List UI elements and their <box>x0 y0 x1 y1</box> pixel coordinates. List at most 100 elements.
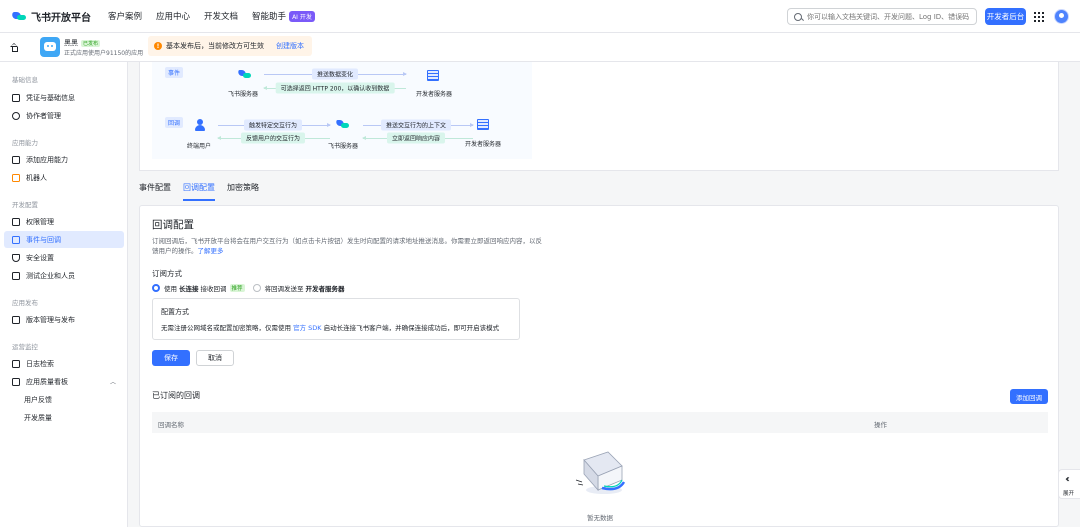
create-version-link[interactable]: 创建版本 <box>276 41 304 51</box>
sidebar-item-add-capability[interactable]: 添加应用能力 <box>4 151 124 168</box>
sidebar-group-release: 应用发布 <box>12 299 38 307</box>
sidebar-item-label: 机器人 <box>26 173 47 182</box>
empty-box-illustration <box>575 451 626 494</box>
id-card-icon <box>12 93 20 102</box>
sidebar-item-bot[interactable]: 机器人 <box>4 169 124 186</box>
sidebar-group-ops: 运营监控 <box>12 343 38 351</box>
sidebar-item-credentials[interactable]: 凭证与基础信息 <box>4 89 124 106</box>
app-name: 黑黑 <box>64 39 78 47</box>
tab-callback-config[interactable]: 回调配置 <box>183 182 215 201</box>
sidebar-item-label: 事件与回调 <box>26 235 61 244</box>
sidebar-item-events-callbacks[interactable]: 事件与回调 <box>4 231 124 248</box>
sidebar-item-label: 协作者管理 <box>26 111 61 120</box>
nav-app-center[interactable]: 应用中心 <box>156 10 190 22</box>
callback-config-card: 回调配置 订阅回调后，飞书开放平台将会在用户交互行为（如点击卡片按钮）发生时向配… <box>139 205 1059 527</box>
sidebar-item-versions[interactable]: 版本管理与发布 <box>4 311 124 328</box>
warning-icon: ! <box>154 42 162 50</box>
subscribe-mode-label: 订阅方式 <box>152 269 182 278</box>
user-avatar[interactable] <box>1054 9 1069 24</box>
sidebar-item-dev-quality[interactable]: 开发质量 <box>4 409 124 426</box>
config-method-text: 无需注册公网域名或配置加密策略，仅需使用 官方 SDK 启动长连接飞书客户端，并… <box>161 322 511 332</box>
cancel-button[interactable]: 取消 <box>196 350 234 366</box>
add-callback-button[interactable]: 添加回调 <box>1010 389 1048 404</box>
sidebar-item-label: 权限管理 <box>26 217 54 226</box>
key-icon <box>12 217 20 226</box>
col-callback-name: 回调名称 <box>158 421 184 429</box>
test-icon <box>12 271 20 280</box>
empty-state-text: 暂无数据 <box>587 514 613 522</box>
sidebar-item-label: 测试企业和人员 <box>26 271 75 280</box>
push-context-label: 推送交互行为的上下文 <box>380 119 452 131</box>
event-icon <box>12 235 20 244</box>
publish-notice: ! 基本发布后，当前修改方可生效 创建版本 <box>148 36 312 56</box>
logo-text: 飞书开放平台 <box>31 12 91 24</box>
tab-event-config[interactable]: 事件配置 <box>139 182 171 198</box>
nav-ai-assistant[interactable]: 智能助手 AI 开发 <box>252 10 315 22</box>
sidebar-item-label: 凭证与基础信息 <box>26 93 75 102</box>
feishu-server-icon <box>335 120 349 129</box>
expand-label: 展开 <box>1063 491 1075 497</box>
tab-encryption[interactable]: 加密策略 <box>227 182 259 198</box>
nav-dev-docs[interactable]: 开发文档 <box>204 10 238 22</box>
callback-lane-tag: 回调 <box>165 117 184 128</box>
sidebar-item-collaborators[interactable]: 协作者管理 <box>4 107 124 124</box>
flow-diagram: 事件 飞书服务器 推送数据变化 可选择返回 HTTP 200，以确认收到数据 开… <box>152 62 532 159</box>
subscribe-mode-options: 使用 长连接 接收回调 推荐 将回调发送至 开发者服务器 <box>152 283 347 293</box>
sidebar-item-permissions[interactable]: 权限管理 <box>4 213 124 230</box>
developer-console-button[interactable]: 开发者后台 <box>985 8 1026 25</box>
callbacks-table-header: 回调名称 操作 <box>152 412 1048 433</box>
sidebar-item-label: 应用质量看板 <box>26 377 68 386</box>
config-tabs: 事件配置 回调配置 加密策略 <box>139 182 271 201</box>
sidebar-item-label: 日志检索 <box>26 359 54 368</box>
end-user-label: 终端用户 <box>187 143 212 150</box>
trigger-label: 触发特定交互行为 <box>243 119 303 131</box>
sidebar-item-test-org[interactable]: 测试企业和人员 <box>4 267 124 284</box>
official-sdk-link[interactable]: 官方 SDK <box>293 324 321 332</box>
radio-long-connection[interactable] <box>152 284 160 292</box>
expand-toggle-button[interactable]: ‹‹ 展开 <box>1058 469 1080 499</box>
sidebar-item-quality-board[interactable]: 应用质量看板 ︿ <box>4 373 124 390</box>
search-input[interactable] <box>807 12 976 21</box>
shield-icon <box>12 253 20 262</box>
dev-server-label: 开发者服务器 <box>416 91 453 98</box>
search-box[interactable] <box>787 8 977 25</box>
save-button[interactable]: 保存 <box>152 350 190 366</box>
sidebar-item-logs[interactable]: 日志检索 <box>4 355 124 372</box>
sidebar-group-capabilities: 应用能力 <box>12 139 38 147</box>
feishu-server-label-2: 飞书服务器 <box>328 143 359 150</box>
apps-grid-icon[interactable] <box>1034 12 1044 22</box>
feishu-server-label: 飞书服务器 <box>228 91 259 98</box>
cfg-text-b: 启动长连接飞书客户端，并确保连接成功后，即可开启该模式 <box>323 324 500 332</box>
sidebar-item-user-feedback[interactable]: 用户反馈 <box>4 391 124 408</box>
person-icon <box>12 111 20 120</box>
sidebar-item-label: 版本管理与发布 <box>26 315 75 324</box>
dev-server-icon <box>477 119 489 130</box>
chart-icon <box>12 377 20 386</box>
col-action: 操作 <box>874 421 887 429</box>
chevron-up-icon: ︿ <box>109 379 116 386</box>
search-icon <box>794 12 802 21</box>
nav-customer-cases[interactable]: 客户案例 <box>108 10 142 22</box>
top-navbar: 飞书开放平台 客户案例 应用中心 开发文档 智能助手AI 开发 开发者后台 <box>0 0 1080 33</box>
dev-server-icon <box>427 70 439 81</box>
sidebar-item-security[interactable]: 安全设置 <box>4 249 124 266</box>
radio-dev-server[interactable] <box>252 284 261 292</box>
log-icon <box>12 359 20 368</box>
push-data-label: 推送数据变化 <box>311 68 359 80</box>
home-icon[interactable] <box>10 43 19 52</box>
dev-server-label-2: 开发者服务器 <box>465 141 502 148</box>
learn-more-link[interactable]: 了解更多 <box>198 247 224 255</box>
feishu-logo-icon <box>11 11 26 21</box>
end-user-icon <box>195 119 205 131</box>
logo[interactable]: 飞书开放平台 <box>11 9 91 24</box>
nav-ai-assistant-label: 智能助手 <box>252 12 287 22</box>
opt1-prefix: 使用 <box>164 285 177 293</box>
app-subtitle: 正式应用使用户91150的应用 <box>64 50 144 57</box>
flow-diagram-card: 事件 飞书服务器 推送数据变化 可选择返回 HTTP 200，以确认收到数据 开… <box>139 62 1059 171</box>
opt2-bold: 开发者服务器 <box>305 285 345 293</box>
app-name-row: 黑黑 已发布 <box>64 38 101 48</box>
upload-icon <box>12 315 20 324</box>
description: 订阅回调后，飞书开放平台将会在用户交互行为（如点击卡片按钮）发生时向配置的请求地… <box>152 236 548 256</box>
config-method-title: 配置方式 <box>161 308 189 316</box>
page-title: 回调配置 <box>152 219 194 231</box>
